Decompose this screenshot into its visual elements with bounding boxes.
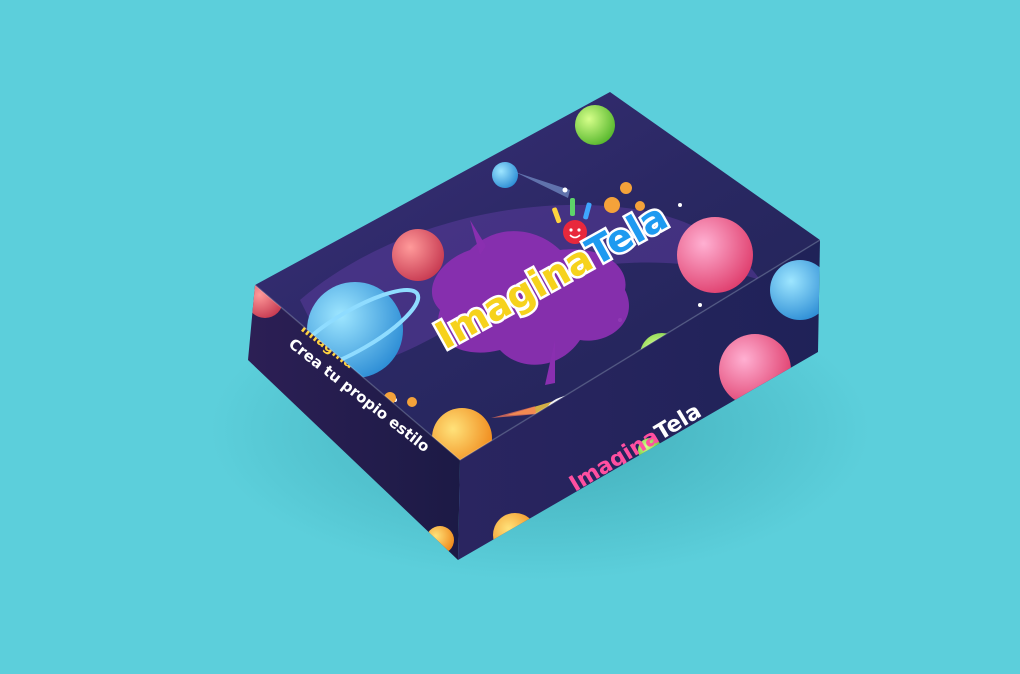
planet-icon [575,105,615,145]
box-mockup: Imagina Crea tu propio estilo ImaginaTel… [210,92,870,580]
planet-icon [492,162,518,188]
product-photo-scene: Imagina Crea tu propio estilo ImaginaTel… [0,0,1020,674]
planet-icon [677,217,753,293]
planet-icon [392,229,444,281]
planet-icon [770,260,820,320]
